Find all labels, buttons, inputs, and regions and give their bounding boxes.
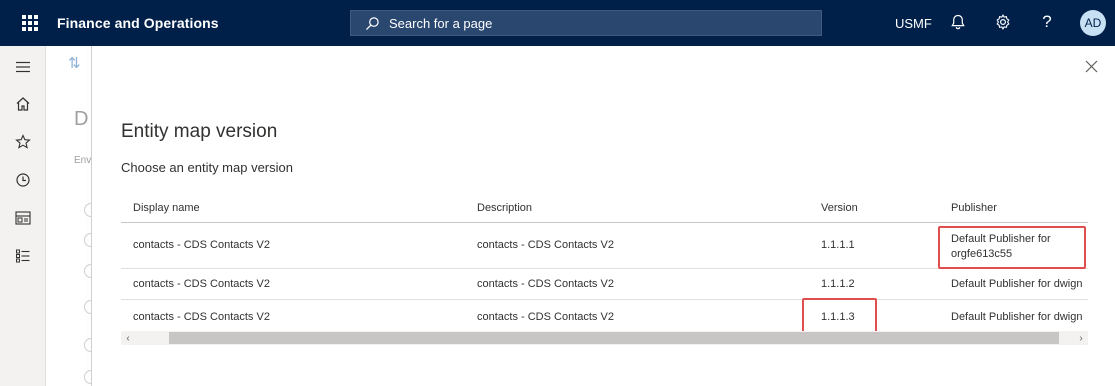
background-page-label: Env (74, 155, 92, 166)
dialog-subtitle: Choose an entity map version (121, 160, 293, 175)
table-row[interactable]: contacts - CDS Contacts V2 contacts - CD… (121, 300, 1088, 331)
version-highlight-box (802, 298, 877, 333)
background-page-title: D (74, 108, 89, 130)
app-title[interactable]: Finance and Operations (57, 15, 219, 31)
display-name-cell: contacts - CDS Contacts V2 (133, 278, 270, 290)
column-header-display-name[interactable]: Display name (133, 202, 200, 214)
help-icon[interactable]: ? (1037, 12, 1057, 32)
description-cell: contacts - CDS Contacts V2 (477, 278, 614, 290)
app-launcher-icon[interactable] (22, 15, 38, 31)
dialog-title: Entity map version (121, 121, 278, 142)
notification-bell-icon[interactable] (948, 12, 968, 32)
display-name-cell: contacts - CDS Contacts V2 (133, 311, 270, 323)
star-icon[interactable] (13, 132, 33, 152)
search-placeholder: Search for a page (389, 15, 493, 31)
top-navigation-bar: Finance and Operations Search for a page… (0, 0, 1115, 46)
search-icon (365, 16, 379, 30)
grid-header-row: Display name Description Version Publish… (121, 192, 1088, 223)
clock-icon[interactable] (13, 170, 33, 190)
sort-icon: ⇅ (68, 55, 81, 72)
column-header-description[interactable]: Description (477, 202, 532, 214)
description-cell: contacts - CDS Contacts V2 (477, 239, 614, 251)
publisher-cell: Default Publisher for dwign (951, 278, 1083, 290)
user-avatar[interactable]: AD (1080, 10, 1106, 36)
column-header-publisher[interactable]: Publisher (951, 202, 997, 214)
publisher-cell: Default Publisher for dwign (951, 311, 1083, 323)
company-picker[interactable]: USMF (895, 16, 932, 31)
horizontal-scrollbar[interactable]: ‹ › (121, 331, 1088, 345)
scrollbar-thumb[interactable] (169, 332, 1059, 344)
list-icon[interactable] (13, 246, 33, 266)
scroll-left-icon[interactable]: ‹ (121, 331, 135, 345)
scroll-right-icon[interactable]: › (1074, 331, 1088, 345)
column-header-version[interactable]: Version (821, 202, 858, 214)
version-cell: 1.1.1.1 (821, 239, 855, 251)
workspace-icon[interactable] (13, 208, 33, 228)
background-page (47, 46, 91, 386)
settings-gear-icon[interactable] (993, 12, 1013, 32)
close-icon[interactable] (1083, 58, 1099, 74)
home-icon[interactable] (13, 94, 33, 114)
search-box[interactable]: Search for a page (350, 10, 822, 36)
hamburger-icon[interactable] (13, 57, 33, 77)
navigation-rail (0, 46, 46, 386)
display-name-cell: contacts - CDS Contacts V2 (133, 239, 270, 251)
version-cell: 1.1.1.2 (821, 278, 855, 290)
description-cell: contacts - CDS Contacts V2 (477, 311, 614, 323)
table-row[interactable]: contacts - CDS Contacts V2 contacts - CD… (121, 269, 1088, 300)
publisher-highlight-box (938, 226, 1086, 269)
